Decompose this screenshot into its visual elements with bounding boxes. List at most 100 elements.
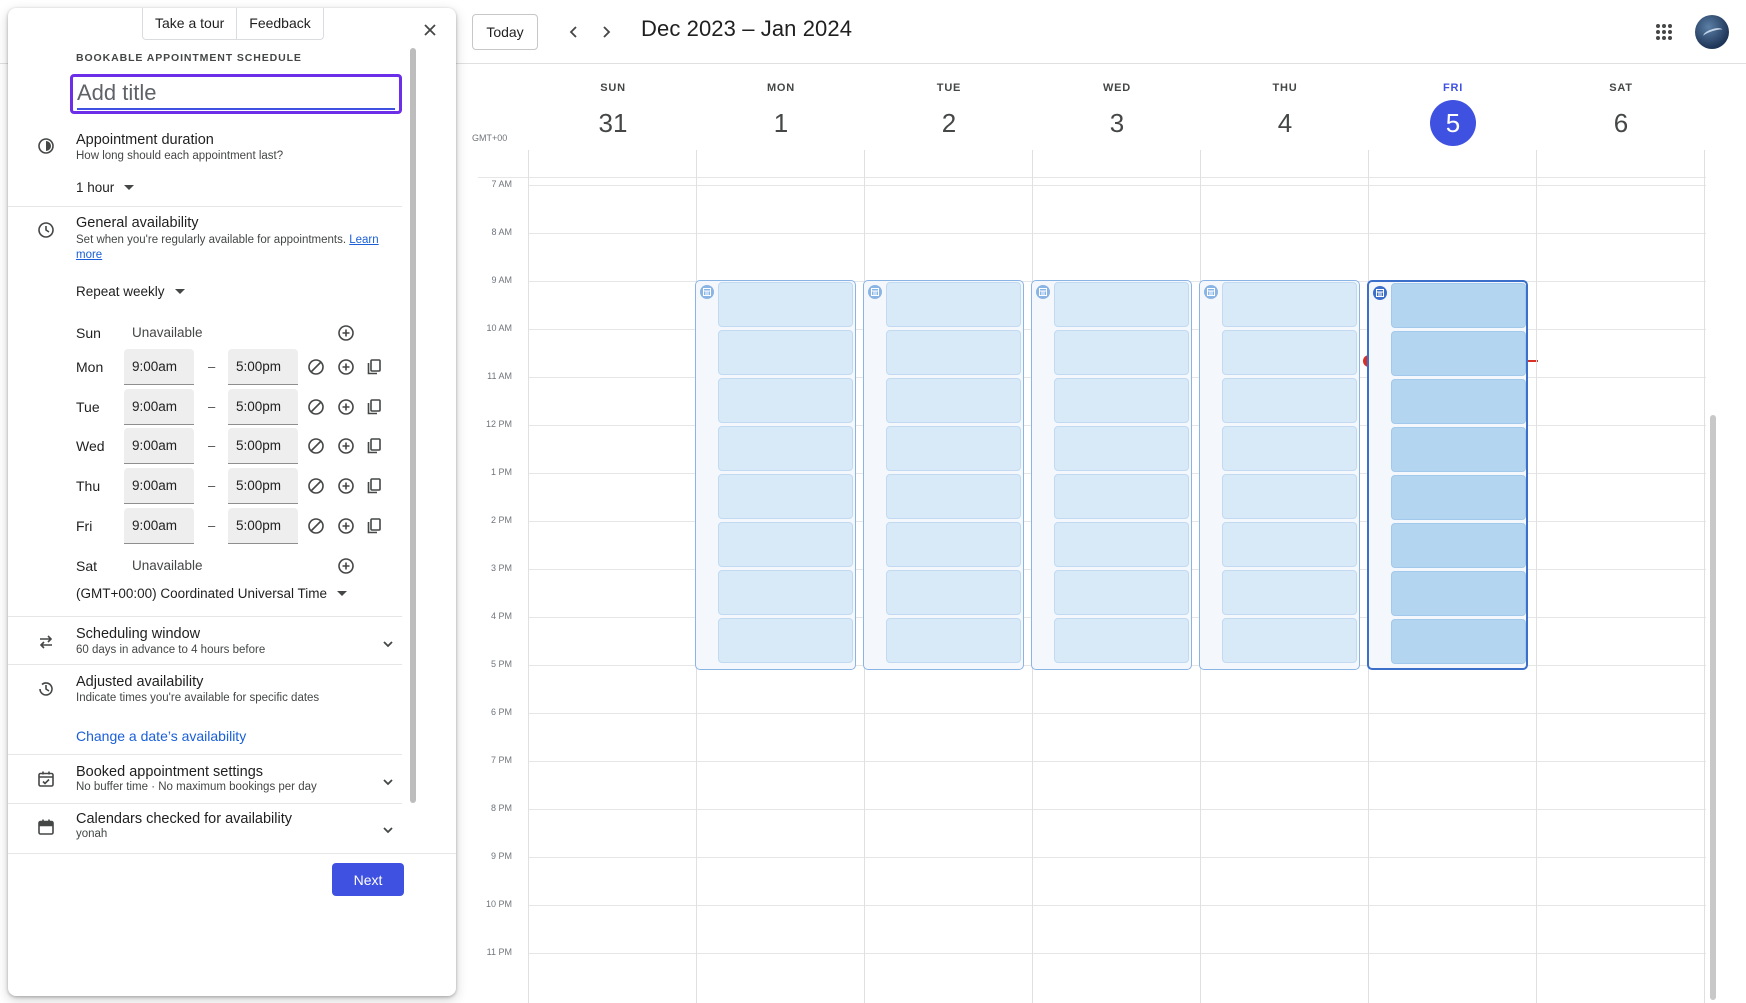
- day-number-today[interactable]: 5: [1430, 100, 1476, 146]
- calendar-scrollbar[interactable]: [1710, 415, 1716, 1000]
- day-header-thu[interactable]: THU 4: [1201, 82, 1369, 146]
- expand-calendars-button[interactable]: [378, 820, 398, 840]
- end-time-field[interactable]: 5:00pm: [228, 468, 298, 504]
- day-number[interactable]: 3: [1033, 100, 1201, 146]
- bookable-slot[interactable]: [1222, 330, 1357, 375]
- copy-times-button[interactable]: [364, 357, 384, 377]
- availability-block-wed[interactable]: [1031, 280, 1192, 670]
- mark-unavailable-button[interactable]: [306, 436, 326, 456]
- bookable-slot[interactable]: [1391, 523, 1526, 568]
- repeat-dropdown[interactable]: Repeat weekly: [76, 284, 185, 299]
- bookable-slot[interactable]: [1222, 570, 1357, 615]
- bookable-slot[interactable]: [886, 474, 1021, 519]
- duration-dropdown[interactable]: 1 hour: [76, 180, 135, 195]
- previous-week-button[interactable]: [558, 16, 590, 48]
- bookable-slot[interactable]: [1391, 283, 1526, 328]
- mark-unavailable-button[interactable]: [306, 476, 326, 496]
- close-panel-button[interactable]: [418, 18, 442, 42]
- start-time-field[interactable]: 9:00am: [124, 389, 194, 425]
- account-avatar[interactable]: [1695, 15, 1729, 49]
- day-header-tue[interactable]: TUE 2: [865, 82, 1033, 146]
- timezone-dropdown[interactable]: (GMT+00:00) Coordinated Universal Time: [76, 586, 347, 601]
- bookable-slot[interactable]: [718, 570, 853, 615]
- bookable-slot[interactable]: [1054, 426, 1189, 471]
- change-date-availability-link[interactable]: Change a date’s availability: [76, 728, 246, 744]
- bookable-slot[interactable]: [718, 378, 853, 423]
- end-time-field[interactable]: 5:00pm: [228, 389, 298, 425]
- end-time-field[interactable]: 5:00pm: [228, 428, 298, 464]
- add-hours-button[interactable]: [336, 556, 356, 576]
- mark-unavailable-button[interactable]: [306, 397, 326, 417]
- bookable-slot[interactable]: [1054, 522, 1189, 567]
- day-number[interactable]: 1: [697, 100, 865, 146]
- copy-times-button[interactable]: [364, 436, 384, 456]
- bookable-slot[interactable]: [1222, 282, 1357, 327]
- copy-times-button[interactable]: [364, 516, 384, 536]
- bookable-slot[interactable]: [886, 378, 1021, 423]
- bookable-slot[interactable]: [1222, 378, 1357, 423]
- bookable-slot[interactable]: [1222, 618, 1357, 663]
- google-apps-button[interactable]: [1648, 16, 1680, 48]
- bookable-slot[interactable]: [886, 522, 1021, 567]
- bookable-slot[interactable]: [718, 522, 853, 567]
- bookable-slot[interactable]: [886, 570, 1021, 615]
- start-time-field[interactable]: 9:00am: [124, 468, 194, 504]
- day-number[interactable]: 2: [865, 100, 1033, 146]
- day-header-wed[interactable]: WED 3: [1033, 82, 1201, 146]
- bookable-slot[interactable]: [718, 474, 853, 519]
- feedback-button[interactable]: Feedback: [236, 8, 322, 39]
- add-hours-button[interactable]: [336, 436, 356, 456]
- bookable-slot[interactable]: [718, 426, 853, 471]
- day-number[interactable]: 31: [529, 100, 697, 146]
- day-header-fri[interactable]: FRI 5: [1369, 82, 1537, 146]
- title-input[interactable]: [77, 77, 395, 110]
- add-hours-button[interactable]: [336, 323, 356, 343]
- take-a-tour-button[interactable]: Take a tour: [143, 8, 236, 39]
- next-button[interactable]: Next: [332, 863, 404, 896]
- bookable-slot[interactable]: [1054, 570, 1189, 615]
- day-header-sat[interactable]: SAT 6: [1537, 82, 1705, 146]
- bookable-slot[interactable]: [1054, 474, 1189, 519]
- bookable-slot[interactable]: [1391, 619, 1526, 664]
- expand-booked-settings-button[interactable]: [378, 772, 398, 792]
- start-time-field[interactable]: 9:00am: [124, 508, 194, 544]
- bookable-slot[interactable]: [1391, 475, 1526, 520]
- copy-times-button[interactable]: [364, 476, 384, 496]
- next-week-button[interactable]: [590, 16, 622, 48]
- mark-unavailable-button[interactable]: [306, 516, 326, 536]
- end-time-field[interactable]: 5:00pm: [228, 508, 298, 544]
- add-hours-button[interactable]: [336, 357, 356, 377]
- add-hours-button[interactable]: [336, 516, 356, 536]
- bookable-slot[interactable]: [1391, 379, 1526, 424]
- bookable-slot[interactable]: [1391, 331, 1526, 376]
- bookable-slot[interactable]: [886, 330, 1021, 375]
- bookable-slot[interactable]: [1054, 282, 1189, 327]
- copy-times-button[interactable]: [364, 397, 384, 417]
- mark-unavailable-button[interactable]: [306, 357, 326, 377]
- expand-scheduling-window-button[interactable]: [378, 634, 398, 654]
- bookable-slot[interactable]: [1222, 474, 1357, 519]
- availability-block-fri[interactable]: [1367, 280, 1528, 670]
- today-button[interactable]: Today: [472, 14, 538, 50]
- bookable-slot[interactable]: [1054, 330, 1189, 375]
- bookable-slot[interactable]: [718, 618, 853, 663]
- availability-block-tue[interactable]: [863, 280, 1024, 670]
- bookable-slot[interactable]: [886, 618, 1021, 663]
- bookable-slot[interactable]: [718, 282, 853, 327]
- bookable-slot[interactable]: [886, 426, 1021, 471]
- bookable-slot[interactable]: [1391, 571, 1526, 616]
- title-field[interactable]: [70, 74, 402, 114]
- add-hours-button[interactable]: [336, 476, 356, 496]
- bookable-slot[interactable]: [886, 282, 1021, 327]
- bookable-slot[interactable]: [1391, 427, 1526, 472]
- bookable-slot[interactable]: [718, 330, 853, 375]
- bookable-slot[interactable]: [1222, 522, 1357, 567]
- day-number[interactable]: 4: [1201, 100, 1369, 146]
- add-hours-button[interactable]: [336, 397, 356, 417]
- start-time-field[interactable]: 9:00am: [124, 428, 194, 464]
- day-header-mon[interactable]: MON 1: [697, 82, 865, 146]
- end-time-field[interactable]: 5:00pm: [228, 349, 298, 385]
- panel-scrollbar[interactable]: [410, 48, 416, 803]
- availability-block-thu[interactable]: [1199, 280, 1360, 670]
- day-header-sun[interactable]: SUN 31: [529, 82, 697, 146]
